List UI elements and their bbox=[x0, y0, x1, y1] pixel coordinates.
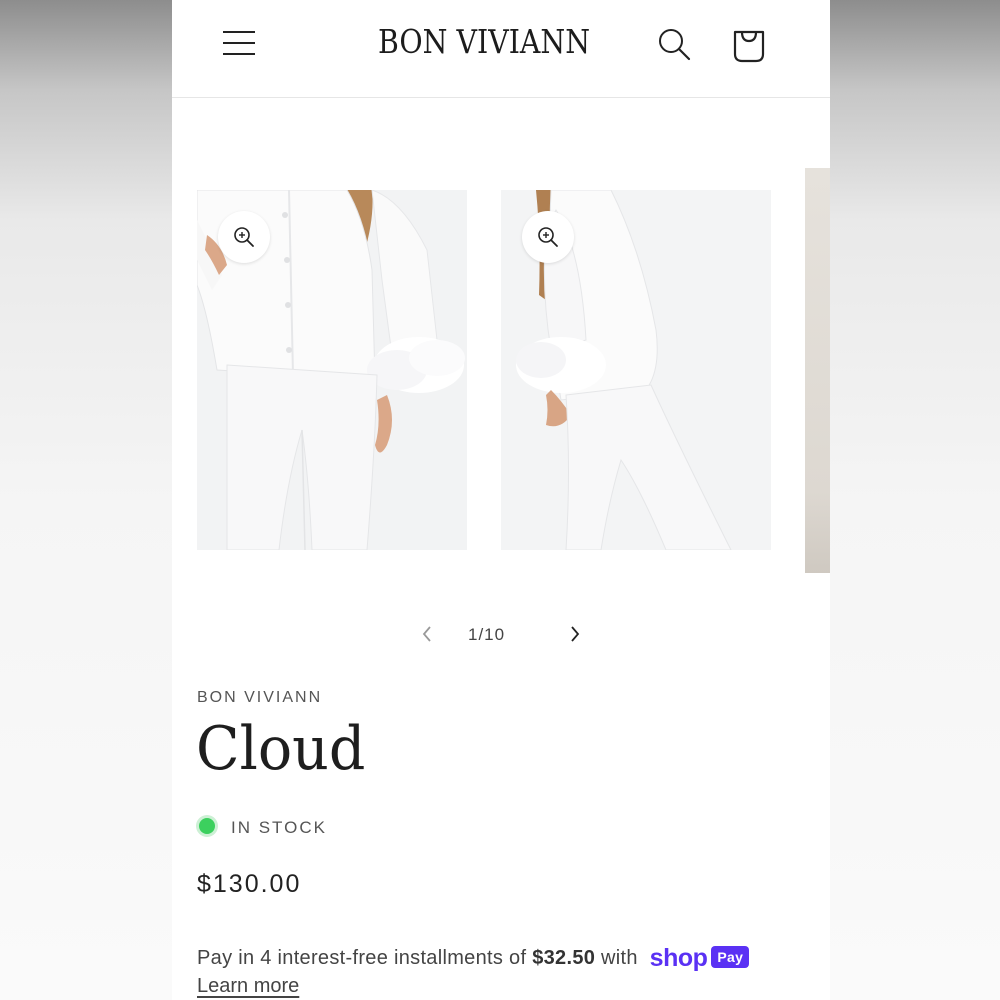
installments-prefix: Pay in 4 interest-free installments of bbox=[197, 947, 527, 969]
product-vendor: BON VIVIANN bbox=[197, 689, 323, 706]
in-stock-dot-icon bbox=[199, 818, 215, 834]
shop-pay-logo: shop bbox=[649, 944, 708, 972]
background-right bbox=[830, 0, 1000, 1000]
background-left bbox=[0, 0, 172, 1000]
slide-counter: 1/10 bbox=[468, 625, 506, 644]
chevron-left-icon bbox=[422, 626, 431, 642]
product-image-1[interactable] bbox=[197, 190, 467, 550]
chevron-right-icon bbox=[571, 626, 580, 642]
stock-status-text: IN STOCK bbox=[231, 818, 327, 837]
previous-slide-button[interactable] bbox=[415, 622, 439, 646]
search-button[interactable] bbox=[656, 26, 692, 62]
product-title: Cloud bbox=[196, 714, 366, 784]
zoom-button[interactable] bbox=[522, 211, 574, 263]
search-icon bbox=[659, 29, 691, 61]
zoom-button[interactable] bbox=[218, 211, 270, 263]
cart-button[interactable] bbox=[730, 24, 768, 64]
installment-amount: $32.50 bbox=[532, 947, 596, 969]
zoom-in-icon bbox=[234, 227, 254, 247]
zoom-in-icon bbox=[538, 227, 558, 247]
installments-message: Pay in 4 interest-free installments of $… bbox=[197, 944, 750, 973]
product-gallery bbox=[172, 160, 830, 580]
installments-suffix: with bbox=[601, 947, 638, 969]
learn-more-link[interactable]: Learn more bbox=[197, 975, 299, 998]
site-header: BON VIVIANN bbox=[172, 0, 830, 98]
product-price: $130.00 bbox=[197, 870, 302, 898]
slider-navigation: 1/10 bbox=[172, 620, 830, 650]
menu-button[interactable] bbox=[222, 26, 256, 60]
product-image-2[interactable] bbox=[501, 190, 771, 550]
product-page: BON VIVIANN 1/10 BON VIVIANN Cloud IN ST… bbox=[172, 0, 830, 1000]
brand-logo[interactable]: BON VIVIANN bbox=[378, 22, 590, 61]
next-slide-button[interactable] bbox=[563, 622, 587, 646]
shopping-bag-icon bbox=[733, 30, 765, 63]
shop-pay-badge: Pay bbox=[711, 946, 750, 968]
product-image-3-partial[interactable] bbox=[805, 168, 830, 573]
